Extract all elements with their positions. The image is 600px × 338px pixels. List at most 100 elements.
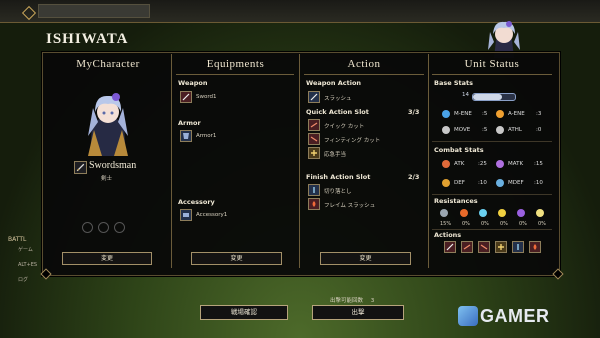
battlefield-check-button[interactable]: 戦場確認: [200, 305, 288, 320]
resistances-label: Resistances: [434, 197, 478, 205]
flame-slash-icon: [308, 198, 320, 210]
header-underline: [304, 74, 424, 75]
level-value: 14: [462, 92, 469, 98]
resist-value: 0%: [538, 221, 546, 227]
stat-name: ATHL: [508, 127, 522, 133]
column-divider: [171, 54, 172, 268]
stat-value: :5: [482, 111, 488, 117]
stat-name: A-ENE: [508, 111, 525, 117]
resist-value: 0%: [462, 221, 470, 227]
column-divider: [299, 54, 300, 268]
change-equipment-button[interactable]: 変更: [191, 252, 282, 265]
action-first-aid-icon[interactable]: [495, 241, 507, 253]
top-name-field: [38, 4, 150, 18]
finish-action-item[interactable]: フレイム スラッシュ: [324, 201, 375, 209]
mycharacter-header: MyCharacter: [76, 58, 140, 70]
resist-value: 15%: [440, 221, 452, 227]
empty-slot-icon[interactable]: [98, 222, 109, 233]
section-divider: [432, 229, 552, 230]
level-bar-fill: [473, 94, 503, 100]
sword-icon: [180, 91, 192, 103]
def-icon: [442, 179, 450, 187]
action-cut-down-icon[interactable]: [512, 241, 524, 253]
sword-class-icon: [74, 161, 87, 174]
character-name-title: ISHIWATA: [46, 31, 129, 47]
empty-slot-icon[interactable]: [82, 222, 93, 233]
armor-icon: [180, 130, 192, 142]
quick-action-item[interactable]: フィンティング カット: [324, 136, 380, 144]
character-portrait: [88, 93, 128, 156]
empty-slot-icon[interactable]: [114, 222, 125, 233]
weapon-item[interactable]: Sword1: [196, 94, 217, 100]
character-class-sub: 剣士: [101, 176, 113, 182]
a-ene-icon: [496, 110, 504, 118]
action-slash-icon[interactable]: [444, 241, 456, 253]
gamer-logo-icon: [458, 306, 478, 326]
header-underline: [432, 74, 552, 75]
menu-diamond-icon[interactable]: [21, 5, 37, 21]
matk-icon: [496, 160, 504, 168]
equipments-header: Equipments: [206, 58, 265, 70]
action-flame-slash-icon[interactable]: [529, 241, 541, 253]
stat-value: :3: [536, 111, 542, 117]
base-stats-label: Base Stats: [434, 79, 474, 87]
atk-icon: [442, 160, 450, 168]
column-divider: [428, 54, 429, 268]
stat-value: :10: [478, 180, 487, 186]
armor-label: Armor: [178, 119, 201, 127]
accessory-item[interactable]: Accessory1: [196, 212, 227, 218]
side-log-line: ALT+ES: [18, 262, 38, 268]
stat-value: :5: [482, 127, 488, 133]
stat-name: DEF: [454, 180, 465, 186]
sortie-count-label: 出撃可能回数 3: [330, 296, 374, 304]
stat-name: M-ENE: [454, 111, 472, 117]
quick-action-slot-label: Quick Action Slot: [306, 108, 369, 116]
accessory-icon: [180, 209, 192, 221]
light-resist-icon: [536, 209, 544, 217]
move-icon: [442, 126, 450, 134]
stat-value: :15: [534, 161, 543, 167]
sortie-count-text: 出撃可能回数: [330, 298, 364, 304]
change-character-button[interactable]: 変更: [62, 252, 152, 265]
athl-icon: [496, 126, 504, 134]
feinting-cut-icon: [308, 133, 320, 145]
unit-status-header: Unit Status: [464, 58, 520, 70]
character-class-name: Swordsman: [89, 160, 137, 171]
stat-name: MATK: [508, 161, 524, 167]
gamer-watermark: GAMER: [480, 306, 550, 326]
resist-value: 0%: [481, 221, 489, 227]
quick-action-item[interactable]: 応急手当: [324, 150, 346, 158]
stat-value: :0: [536, 127, 542, 133]
header-underline: [176, 74, 294, 75]
armor-item[interactable]: Armor1: [196, 133, 216, 139]
fire-resist-icon: [460, 209, 468, 217]
sortie-button[interactable]: 出撃: [312, 305, 404, 320]
first-aid-icon: [308, 147, 320, 159]
resist-value: 0%: [500, 221, 508, 227]
side-log-line: ログ: [18, 277, 29, 283]
lightning-resist-icon: [498, 209, 506, 217]
m-ene-icon: [442, 110, 450, 118]
cut-down-icon: [308, 184, 320, 196]
finish-action-slot-label: Finish Action Slot: [306, 173, 371, 181]
quick-action-slot-count: 3/3: [408, 108, 420, 116]
action-header: Action: [347, 58, 381, 70]
actions-label: Actions: [434, 231, 462, 239]
section-divider: [432, 194, 552, 195]
sortie-count-value: 3: [370, 298, 375, 304]
section-divider: [432, 141, 552, 142]
action-feint-icon[interactable]: [478, 241, 490, 253]
change-action-button[interactable]: 変更: [320, 252, 411, 265]
stat-value: :25: [478, 161, 487, 167]
side-log-line: ゲーム: [18, 247, 33, 253]
level-bar: [472, 93, 516, 101]
quick-action-item[interactable]: クイック カット: [324, 122, 364, 130]
accessory-label: Accessory: [178, 198, 215, 206]
weapon-action-label: Weapon Action: [306, 79, 362, 87]
finish-action-item[interactable]: 切り落とし: [324, 187, 352, 195]
weapon-action-item[interactable]: スラッシュ: [324, 94, 352, 102]
action-quick-cut-icon[interactable]: [461, 241, 473, 253]
resist-value: 0%: [519, 221, 527, 227]
ice-resist-icon: [479, 209, 487, 217]
slash-icon: [308, 91, 320, 103]
